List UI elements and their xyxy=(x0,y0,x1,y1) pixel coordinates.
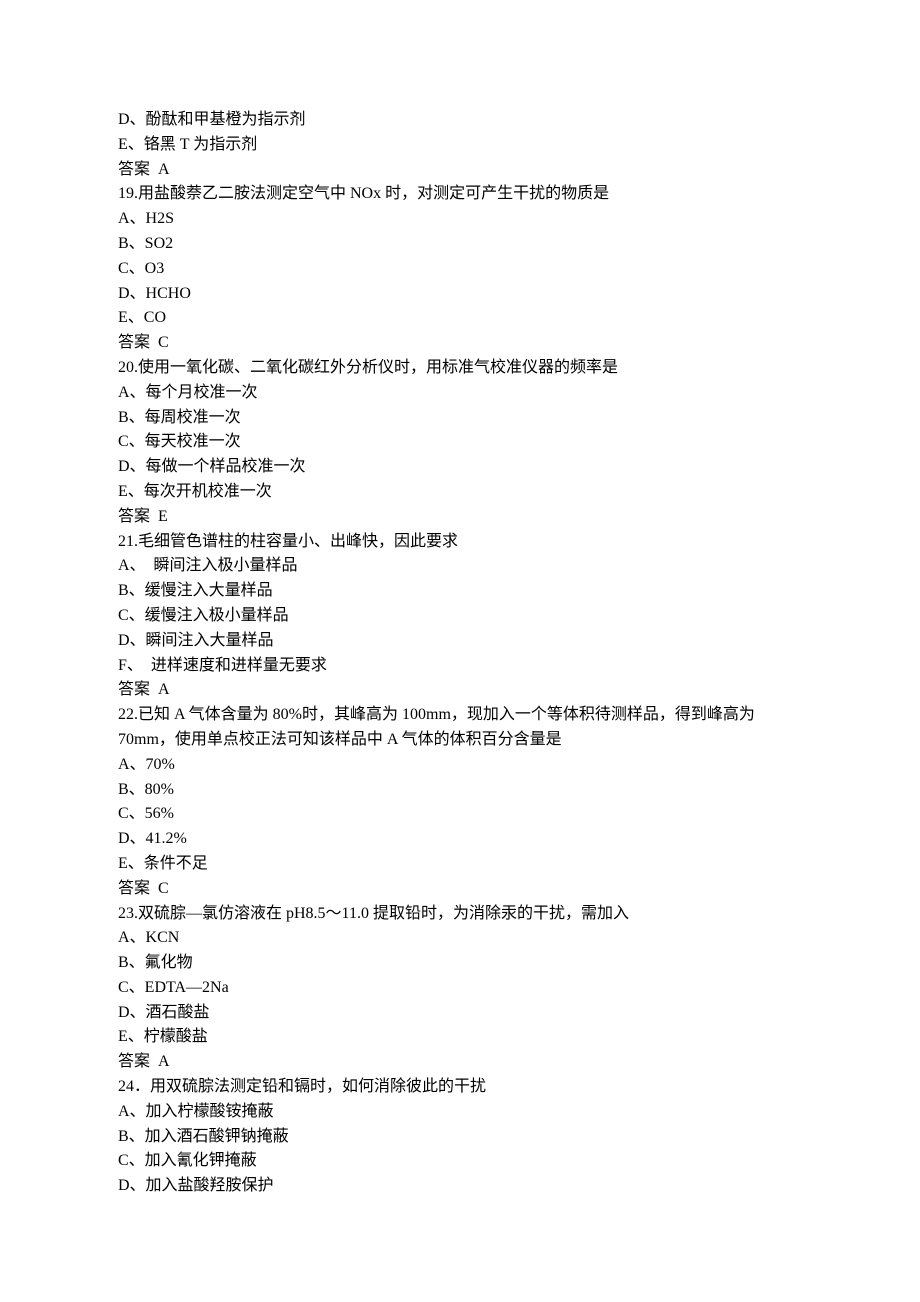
question-line: 22.已知 A 气体含量为 80%时，其峰高为 100mm，现加入一个等体积待测… xyxy=(118,703,802,728)
text-line: F、 进样速度和进样量无要求 xyxy=(118,654,802,679)
text-line: B、80% xyxy=(118,778,802,803)
question-line: 70mm，使用单点校正法可知该样品中 A 气体的体积百分含量是 xyxy=(118,728,802,753)
answer-line: 答案 C xyxy=(118,331,802,356)
text-line: D、每做一个样品校准一次 xyxy=(118,455,802,480)
text-line: B、SO2 xyxy=(118,232,802,257)
answer-line: 答案 E xyxy=(118,505,802,530)
text-line: D、酒石酸盐 xyxy=(118,1001,802,1026)
text-line: C、O3 xyxy=(118,257,802,282)
text-line: D、41.2% xyxy=(118,827,802,852)
question-line: 21.毛细管色谱柱的柱容量小、出峰快，因此要求 xyxy=(118,530,802,555)
question-line: 24．用双硫腙法测定铅和镉时，如何消除彼此的干扰 xyxy=(118,1075,802,1100)
text-line: A、加入柠檬酸铵掩蔽 xyxy=(118,1100,802,1125)
text-line: D、瞬间注入大量样品 xyxy=(118,629,802,654)
answer-line: 答案 A xyxy=(118,1050,802,1075)
text-line: B、每周校准一次 xyxy=(118,406,802,431)
text-line: E、每次开机校准一次 xyxy=(118,480,802,505)
text-line: D、加入盐酸羟胺保护 xyxy=(118,1174,802,1199)
text-line: E、CO xyxy=(118,306,802,331)
text-line: D、酚酞和甲基橙为指示剂 xyxy=(118,108,802,133)
text-line: C、加入氰化钾掩蔽 xyxy=(118,1149,802,1174)
text-line: E、条件不足 xyxy=(118,852,802,877)
question-line: 20.使用一氧化碳、二氧化碳红外分析仪时，用标准气校准仪器的频率是 xyxy=(118,356,802,381)
text-line: C、EDTA—2Na xyxy=(118,976,802,1001)
text-line: A、KCN xyxy=(118,926,802,951)
text-line: C、56% xyxy=(118,802,802,827)
text-line: B、加入酒石酸钾钠掩蔽 xyxy=(118,1125,802,1150)
text-line: E、柠檬酸盐 xyxy=(118,1025,802,1050)
answer-line: 答案 A xyxy=(118,678,802,703)
text-line: C、每天校准一次 xyxy=(118,430,802,455)
text-line: A、每个月校准一次 xyxy=(118,381,802,406)
text-line: D、HCHO xyxy=(118,282,802,307)
text-line: A、70% xyxy=(118,753,802,778)
text-line: A、 瞬间注入极小量样品 xyxy=(118,554,802,579)
document-page: D、酚酞和甲基橙为指示剂 E、铬黑 T 为指示剂 答案 A 19.用盐酸萘乙二胺… xyxy=(0,0,920,1302)
answer-line: 答案 A xyxy=(118,158,802,183)
answer-line: 答案 C xyxy=(118,877,802,902)
question-line: 19.用盐酸萘乙二胺法测定空气中 NOx 时，对测定可产生干扰的物质是 xyxy=(118,182,802,207)
text-line: C、缓慢注入极小量样品 xyxy=(118,604,802,629)
text-line: B、氟化物 xyxy=(118,951,802,976)
text-line: B、缓慢注入大量样品 xyxy=(118,579,802,604)
question-line: 23.双硫腙—氯仿溶液在 pH8.5～11.0 提取铅时，为消除汞的干扰，需加入 xyxy=(118,902,802,927)
text-line: A、H2S xyxy=(118,207,802,232)
text-line: E、铬黑 T 为指示剂 xyxy=(118,133,802,158)
